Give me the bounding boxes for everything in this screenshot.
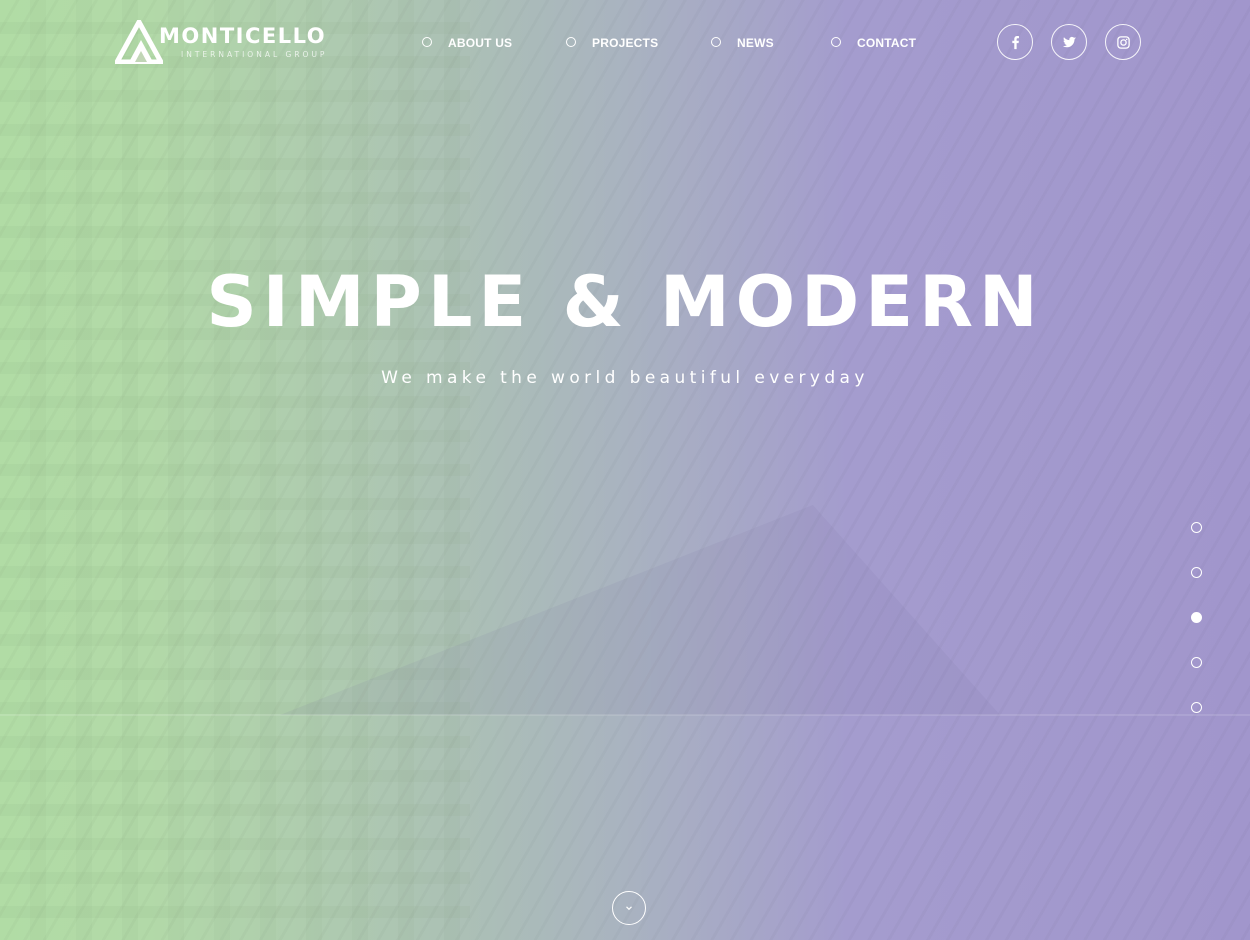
circle-bullet-icon bbox=[566, 37, 576, 47]
twitter-button[interactable] bbox=[1051, 24, 1087, 60]
facebook-icon bbox=[1011, 35, 1019, 49]
nav-item-contact[interactable]: CONTACT bbox=[831, 36, 916, 50]
nav-item-label: PROJECTS bbox=[592, 36, 659, 50]
facebook-button[interactable] bbox=[997, 24, 1033, 60]
slider-dot-active[interactable] bbox=[1191, 612, 1202, 623]
circle-bullet-icon bbox=[831, 37, 841, 47]
hero-title: SIMPLE & MODERN bbox=[206, 261, 1044, 343]
circle-bullet-icon bbox=[711, 37, 721, 47]
background-building-image bbox=[0, 0, 470, 940]
background-roof-shape bbox=[280, 505, 1000, 715]
slider-dot[interactable] bbox=[1191, 567, 1202, 578]
brand-tagline: INTERNATIONAL GROUP bbox=[181, 50, 328, 59]
triangle-logo-icon bbox=[115, 20, 163, 64]
background-texture bbox=[0, 0, 1250, 940]
nav-item-label: NEWS bbox=[737, 36, 774, 50]
nav-item-about-us[interactable]: ABOUT US bbox=[422, 36, 512, 50]
slider-dot[interactable] bbox=[1191, 522, 1202, 533]
nav-item-news[interactable]: NEWS bbox=[711, 36, 774, 50]
slider-dot[interactable] bbox=[1191, 702, 1202, 713]
background-divider bbox=[0, 714, 1250, 716]
slider-dot[interactable] bbox=[1191, 657, 1202, 668]
instagram-button[interactable] bbox=[1105, 24, 1141, 60]
chevron-down-icon bbox=[626, 906, 632, 911]
scroll-down-button[interactable] bbox=[612, 891, 646, 925]
brand-name: MONTICELLO bbox=[159, 24, 327, 48]
instagram-icon bbox=[1116, 35, 1130, 49]
hero-subtitle: We make the world beautiful everyday bbox=[381, 368, 869, 388]
nav-item-label: ABOUT US bbox=[448, 36, 513, 50]
logo-text: MONTICELLO INTERNATIONAL GROUP bbox=[159, 24, 327, 59]
site-logo[interactable]: MONTICELLO INTERNATIONAL GROUP bbox=[115, 20, 327, 64]
nav-item-label: CONTACT bbox=[857, 36, 917, 50]
circle-bullet-icon bbox=[422, 37, 432, 47]
nav-item-projects[interactable]: PROJECTS bbox=[566, 36, 658, 50]
twitter-icon bbox=[1062, 36, 1076, 47]
